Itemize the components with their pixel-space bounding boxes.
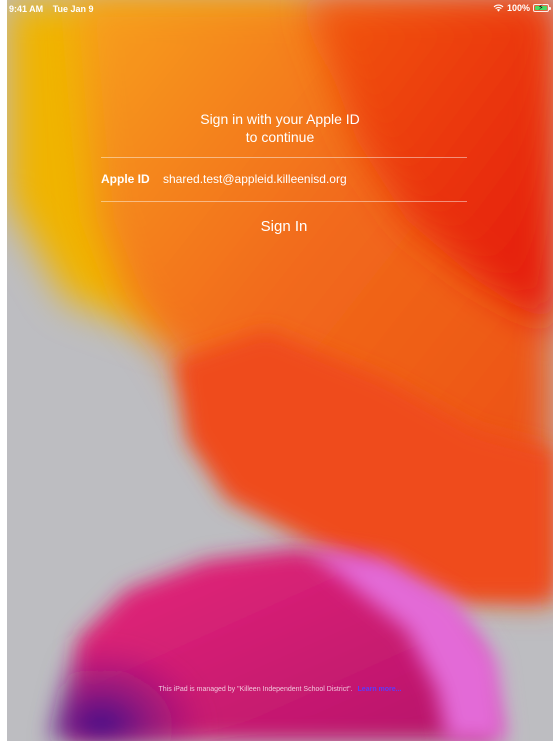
signin-title-line1: Sign in with your Apple ID: [200, 111, 360, 127]
battery-nub: [549, 7, 551, 10]
apple-id-field[interactable]: shared.test@appleid.killeenisd.org: [163, 172, 347, 186]
wifi-icon: [493, 4, 504, 12]
separator-bottom: [101, 201, 467, 202]
battery-charging-icon: ⚡: [533, 3, 551, 12]
signin-title: Sign in with your Apple ID to continue: [7, 110, 553, 146]
apple-id-row[interactable]: Apple ID shared.test@appleid.killeenisd.…: [101, 158, 467, 201]
charging-bolt-icon: ⚡: [538, 3, 544, 12]
learn-more-link[interactable]: Learn more...: [358, 686, 402, 693]
signin-title-line2: to continue: [245, 129, 315, 145]
status-left: 9:41 AM Tue Jan 9: [9, 4, 94, 14]
status-bar: 9:41 AM Tue Jan 9 100% ⚡: [7, 0, 553, 20]
sign-in-button[interactable]: Sign In: [234, 216, 334, 238]
managed-footer: This iPad is managed by "Killeen Indepen…: [7, 686, 553, 693]
battery-percent: 100%: [506, 3, 530, 13]
managed-text: This iPad is managed by "Killeen Indepen…: [158, 686, 353, 693]
status-time: 9:41 AM: [9, 4, 44, 14]
ipad-screen: 9:41 AM Tue Jan 9 100% ⚡ Sign in with yo…: [7, 0, 553, 741]
apple-id-label: Apple ID: [101, 172, 150, 186]
status-date: Tue Jan 9: [52, 4, 94, 14]
status-right: 100% ⚡: [493, 3, 551, 13]
